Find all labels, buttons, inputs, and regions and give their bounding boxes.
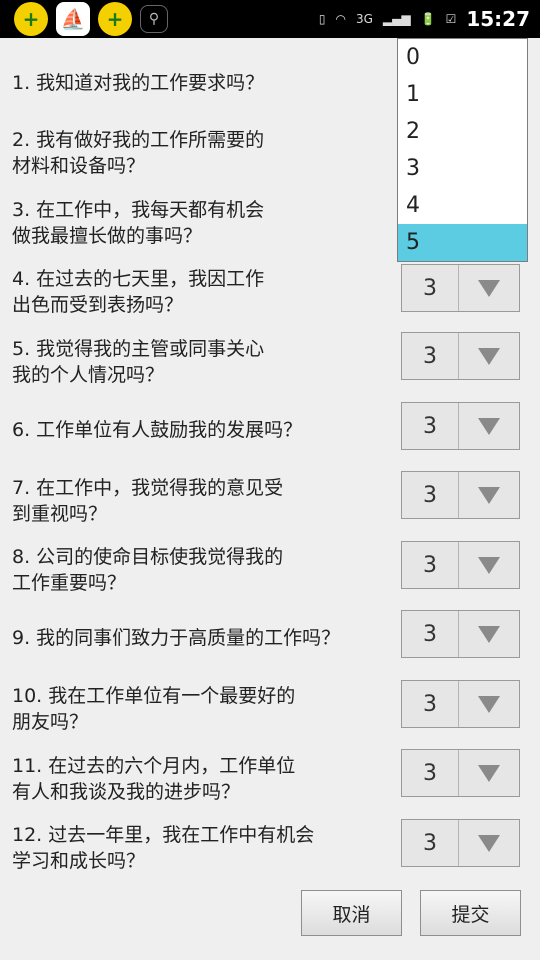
question-9: 9. 我的同事们致力于高质量的工作吗？ <box>12 627 341 649</box>
rating-select-9[interactable]: 3 <box>401 610 520 658</box>
dropdown-arrow-icon[interactable] <box>459 542 519 588</box>
rating-select-7[interactable]: 3 <box>401 471 520 519</box>
question-6: 6. 工作单位有人鼓励我的发展吗？ <box>12 419 303 441</box>
translate-app-icon: ⛵ <box>56 2 90 36</box>
dropdown-option-2[interactable]: 2 <box>398 113 527 150</box>
rating-select-8[interactable]: 3 <box>401 541 520 589</box>
rating-value: 3 <box>402 820 459 866</box>
submit-button[interactable]: 提交 <box>420 890 521 936</box>
question-4: 4. 在过去的七天里，我因工作 出色而受到表扬吗？ <box>12 268 265 316</box>
rating-select-11[interactable]: 3 <box>401 749 520 797</box>
dropdown-arrow-icon[interactable] <box>459 265 519 311</box>
360-security-icon: + <box>14 2 48 36</box>
signal-icon: ▂▄▆ <box>382 12 411 26</box>
dropdown-option-0[interactable]: 0 <box>398 39 527 76</box>
question-10: 10. 我在工作单位有一个最要好的 朋友吗？ <box>12 685 296 733</box>
dropdown-arrow-icon[interactable] <box>459 333 519 379</box>
rating-value: 3 <box>402 333 459 379</box>
3g-icon: 3G <box>355 12 373 26</box>
rating-value: 3 <box>402 542 459 588</box>
dropdown-option-1[interactable]: 1 <box>398 76 527 113</box>
dropdown-arrow-icon[interactable] <box>459 681 519 727</box>
question-1: 1. 我知道对我的工作要求吗？ <box>12 72 265 94</box>
rating-value: 3 <box>402 403 459 449</box>
question-3: 3. 在工作中，我每天都有机会 做我最擅长做的事吗？ <box>12 199 265 247</box>
dropdown-arrow-icon[interactable] <box>459 820 519 866</box>
dropdown-option-5[interactable]: 5 <box>398 224 527 261</box>
question-12: 12. 过去一年里，我在工作中有机会 学习和成长吗？ <box>12 824 315 872</box>
status-bar: + ⛵ + ⚲ ▯ ◠ 3G ▂▄▆ 🔋 ☑ 15:27 <box>0 0 540 38</box>
dropdown-arrow-icon[interactable] <box>459 472 519 518</box>
rating-dropdown-list: 0 1 2 3 4 5 <box>397 38 528 262</box>
rating-value: 3 <box>402 681 459 727</box>
question-7: 7. 在工作中，我觉得我的意见受 到重视吗？ <box>12 477 284 525</box>
clipboard-icon: ☑ <box>445 12 457 26</box>
question-11: 11. 在过去的六个月内，工作单位 有人和我谈及我的进步吗？ <box>12 755 296 803</box>
dropdown-arrow-icon[interactable] <box>459 611 519 657</box>
rating-select-10[interactable]: 3 <box>401 680 520 728</box>
cancel-button[interactable]: 取消 <box>301 890 402 936</box>
rating-value: 3 <box>402 265 459 311</box>
battery-charging-icon: 🔋 <box>420 12 436 26</box>
status-time: 15:27 <box>466 7 530 31</box>
rating-value: 3 <box>402 611 459 657</box>
wifi-icon: ◠ <box>335 12 346 26</box>
360-plus-icon: + <box>98 2 132 36</box>
rating-value: 3 <box>402 472 459 518</box>
dropdown-arrow-icon[interactable] <box>459 750 519 796</box>
question-2: 2. 我有做好我的工作所需要的 材料和设备吗？ <box>12 129 265 177</box>
rating-select-5[interactable]: 3 <box>401 332 520 380</box>
question-5: 5. 我觉得我的主管或同事关心 我的个人情况吗？ <box>12 338 265 386</box>
question-8: 8. 公司的使命目标使我觉得我的 工作重要吗？ <box>12 546 284 594</box>
dropdown-option-3[interactable]: 3 <box>398 150 527 187</box>
dropdown-arrow-icon[interactable] <box>459 403 519 449</box>
rating-select-12[interactable]: 3 <box>401 819 520 867</box>
vibrate-icon: ▯ <box>318 12 326 26</box>
rating-value: 3 <box>402 750 459 796</box>
usb-icon: ⚲ <box>140 5 168 33</box>
rating-select-6[interactable]: 3 <box>401 402 520 450</box>
rating-select-4[interactable]: 3 <box>401 264 520 312</box>
dropdown-option-4[interactable]: 4 <box>398 187 527 224</box>
